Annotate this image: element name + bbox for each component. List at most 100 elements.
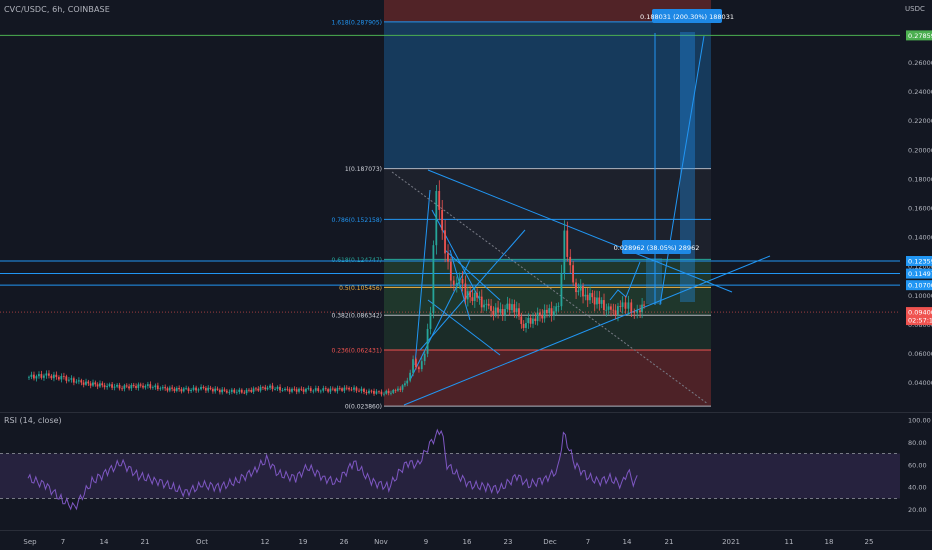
candle-body bbox=[317, 388, 320, 392]
projection-bar-small bbox=[646, 258, 662, 304]
candle-body bbox=[302, 389, 305, 392]
price-tick-label: 0.260000 bbox=[908, 59, 932, 67]
time-tick-label: Dec bbox=[543, 538, 557, 546]
candle-body bbox=[324, 388, 327, 390]
candle-body bbox=[85, 381, 87, 385]
candle-body bbox=[406, 380, 409, 384]
candle-body bbox=[125, 385, 128, 387]
candle-body bbox=[190, 389, 192, 392]
candle-body bbox=[569, 256, 572, 266]
candle-body bbox=[327, 389, 329, 392]
candle-body bbox=[591, 293, 594, 298]
price-tick-label: 0.180000 bbox=[908, 175, 932, 183]
candle-body bbox=[123, 385, 126, 389]
time-tick-label: Sep bbox=[23, 538, 37, 546]
candle-body bbox=[621, 302, 624, 307]
candle-body bbox=[365, 391, 368, 394]
candle-body bbox=[387, 390, 390, 394]
candle-body bbox=[52, 374, 55, 379]
candle-body bbox=[423, 353, 426, 362]
time-tick-label: 14 bbox=[100, 538, 109, 546]
time-tick-label: 26 bbox=[340, 538, 349, 546]
candle-body bbox=[108, 384, 111, 387]
candle-body bbox=[441, 209, 444, 231]
rsi-tick-label: 60.00 bbox=[908, 461, 927, 469]
candle-body bbox=[185, 388, 187, 390]
candle-body bbox=[197, 389, 200, 391]
candle-body bbox=[264, 387, 267, 390]
candle-body bbox=[128, 386, 130, 389]
candle-body bbox=[532, 318, 534, 324]
current-price-countdown: 02:57:11 bbox=[908, 317, 932, 325]
candle-body bbox=[139, 384, 142, 386]
measure-box-label: 0.028962 (38.05%) 28962 bbox=[614, 244, 700, 252]
candle-body bbox=[555, 306, 558, 312]
candle-body bbox=[508, 303, 511, 311]
candle-body bbox=[375, 391, 378, 394]
candle-body bbox=[195, 387, 197, 391]
candle-body bbox=[250, 389, 253, 392]
candle-body bbox=[600, 300, 603, 304]
candle-body bbox=[161, 387, 164, 389]
candle-body bbox=[247, 389, 250, 391]
candle-body bbox=[286, 388, 289, 390]
fib-level-label: 0.786(0.152158) bbox=[332, 217, 383, 224]
candle-body bbox=[159, 388, 162, 390]
time-tick-label: 23 bbox=[504, 538, 513, 546]
candle-body bbox=[614, 310, 617, 315]
candle-body bbox=[240, 389, 243, 393]
candle-body bbox=[593, 297, 596, 305]
candle-body bbox=[373, 390, 375, 394]
price-tag-label: 0.278596 bbox=[908, 32, 932, 40]
candle-body bbox=[480, 296, 483, 308]
candle-body bbox=[182, 388, 185, 392]
candle-body bbox=[548, 308, 551, 314]
time-tick-label: 7 bbox=[61, 538, 65, 546]
candle-body bbox=[415, 359, 417, 368]
candle-body bbox=[541, 315, 544, 319]
candle-body bbox=[254, 388, 257, 390]
candle-body bbox=[92, 382, 94, 386]
candle-body bbox=[252, 388, 255, 392]
candle-body bbox=[216, 388, 219, 390]
candle-body bbox=[363, 388, 365, 392]
candle-body bbox=[630, 302, 633, 312]
fib-level-label: 0.382(0.086342) bbox=[332, 313, 383, 320]
candle-body bbox=[552, 311, 555, 316]
candle-body bbox=[444, 230, 446, 254]
candle-body bbox=[293, 388, 296, 390]
candle-body bbox=[534, 318, 537, 322]
candle-body bbox=[82, 382, 85, 385]
time-tick-label: 19 bbox=[299, 538, 308, 546]
candle-body bbox=[225, 390, 228, 393]
trading-chart-app: 1.618(0.287905) 1(0.187073) 0.786(0.152158… bbox=[0, 0, 932, 550]
fib-level-label: 0.236(0.062431) bbox=[332, 348, 383, 355]
candle-body bbox=[295, 389, 298, 392]
candle-body bbox=[538, 312, 541, 316]
candle-body bbox=[35, 376, 38, 379]
candle-body bbox=[291, 388, 293, 392]
candle-body bbox=[641, 304, 643, 313]
candle-body bbox=[560, 272, 563, 307]
candle-body bbox=[582, 286, 584, 297]
candle-body bbox=[612, 309, 615, 311]
candle-body bbox=[89, 383, 92, 386]
candle-body bbox=[455, 282, 458, 285]
rsi-band bbox=[0, 453, 900, 499]
price-chart[interactable]: 1.618(0.287905) 1(0.187073) 0.786(0.152158… bbox=[0, 0, 932, 550]
candle-body bbox=[607, 306, 610, 310]
candle-body bbox=[276, 386, 279, 389]
candle-body bbox=[461, 279, 464, 284]
price-tick-label: 0.200000 bbox=[908, 146, 932, 154]
time-tick-label: 21 bbox=[665, 538, 674, 546]
candle-body bbox=[178, 387, 180, 390]
candle-body bbox=[469, 291, 471, 298]
time-tick-label: 12 bbox=[261, 538, 270, 546]
candle-body bbox=[42, 375, 45, 378]
candle-body bbox=[175, 387, 178, 391]
candle-body bbox=[309, 388, 312, 392]
price-tick-label: 0.140000 bbox=[908, 234, 932, 242]
candle-body bbox=[180, 389, 183, 392]
candle-body bbox=[274, 388, 276, 390]
candle-body bbox=[130, 384, 133, 389]
